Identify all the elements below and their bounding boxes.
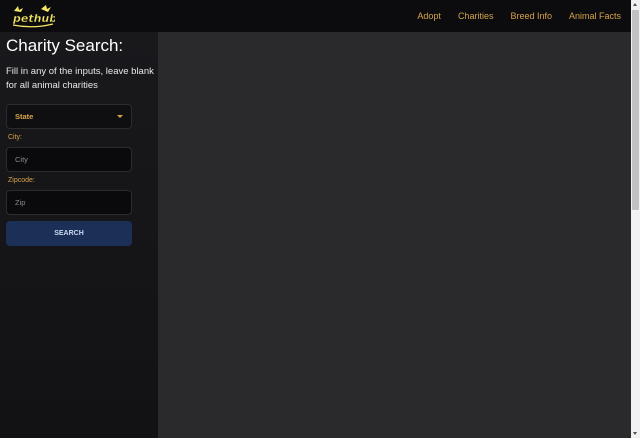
zipcode-label: Zipcode: (8, 177, 35, 184)
city-label: City: (8, 134, 22, 141)
nav-link-adopt[interactable]: Adopt (417, 11, 441, 21)
nav-links: Adopt Charities Breed Info Animal Facts (400, 0, 621, 32)
state-select-value: State (15, 112, 34, 121)
navbar: pethub Adopt Charities Breed Info Animal… (0, 0, 631, 32)
search-description: Fill in any of the inputs, leave blank f… (6, 66, 154, 91)
results-panel (158, 32, 631, 438)
state-select[interactable]: State (6, 104, 132, 129)
scroll-up-arrow-icon[interactable] (633, 3, 637, 6)
caret-down-icon (117, 115, 123, 118)
svg-text:pethub: pethub (12, 12, 55, 25)
page-title: Charity Search: (6, 36, 124, 55)
page-scrollbar[interactable] (631, 0, 640, 438)
zipcode-input[interactable] (6, 190, 132, 215)
nav-link-animal-facts[interactable]: Animal Facts (569, 11, 621, 21)
nav-link-breed-info[interactable]: Breed Info (510, 11, 552, 21)
scroll-down-arrow-icon[interactable] (633, 432, 637, 435)
pethub-logo[interactable]: pethub (11, 3, 57, 29)
search-button[interactable]: SEARCH (6, 221, 132, 246)
scrollbar-thumb[interactable] (632, 10, 639, 210)
nav-link-charities[interactable]: Charities (458, 11, 494, 21)
city-input[interactable] (6, 147, 132, 172)
